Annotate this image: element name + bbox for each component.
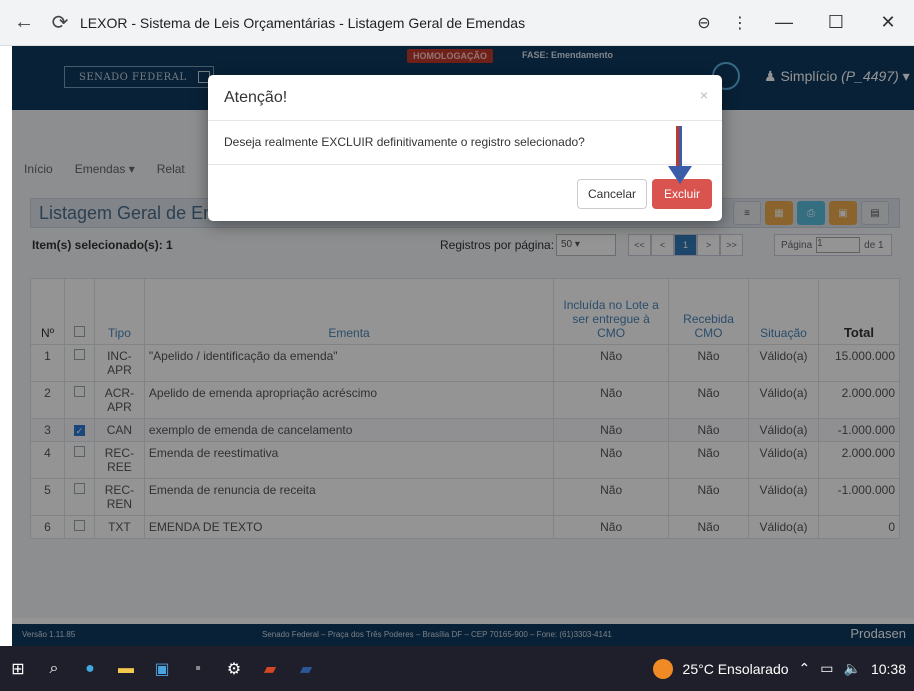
chevron-up-icon[interactable]: ⌃ [799,660,811,677]
dialog-title: Atenção! [224,89,288,106]
word-icon[interactable]: ▰ [288,646,324,691]
kebab-menu-icon[interactable]: ⋮ [722,8,758,38]
minimize-icon[interactable]: — [758,0,810,46]
weather-icon[interactable] [652,658,673,679]
file-explorer-icon[interactable]: ▬ [108,646,144,691]
system-tray: 25°C Ensolarado ⌃ ▭ 🔈 10:38 [652,646,914,691]
window-title: LEXOR - Sistema de Leis Orçamentárias - … [80,14,526,31]
confirm-delete-dialog: Atenção! × Deseja realmente EXCLUIR defi… [208,75,722,221]
cancel-button[interactable]: Cancelar [577,179,647,209]
annotation-arrow-icon [668,126,692,184]
dialog-header: Atenção! × [208,75,722,121]
windows-start-icon[interactable]: ⊞ [0,646,36,691]
zoom-out-icon[interactable]: ⊖ [686,8,722,38]
volume-icon[interactable]: 🔈 [844,660,861,677]
reload-icon[interactable]: ⟳ [48,11,72,35]
settings-gear-icon[interactable]: ⚙ [216,646,252,691]
browser-titlebar: ← ⟳ LEXOR - Sistema de Leis Orçamentária… [0,0,914,46]
back-arrow-icon[interactable]: ← [12,11,36,35]
clock[interactable]: 10:38 [871,661,906,677]
windows-taskbar: ⊞ ⌕ ● ▬ ▣ ▪ ⚙ ▰ ▰ 25°C Ensolarado ⌃ ▭ 🔈 … [0,646,914,691]
store-icon[interactable]: ▣ [144,646,180,691]
maximize-icon[interactable]: ☐ [810,0,862,46]
edge-browser-icon[interactable]: ● [72,646,108,691]
network-icon[interactable]: ▭ [820,660,833,677]
dialog-close-icon[interactable]: × [700,87,708,103]
dialog-footer: Cancelar Excluir [208,165,722,221]
dialog-message: Deseja realmente EXCLUIR definitivamente… [208,121,722,165]
app-icon[interactable]: ▪ [180,646,216,691]
search-icon[interactable]: ⌕ [36,646,72,691]
powerpoint-icon[interactable]: ▰ [252,646,288,691]
close-icon[interactable]: ✕ [862,0,914,46]
weather-text[interactable]: 25°C Ensolarado [683,661,789,677]
